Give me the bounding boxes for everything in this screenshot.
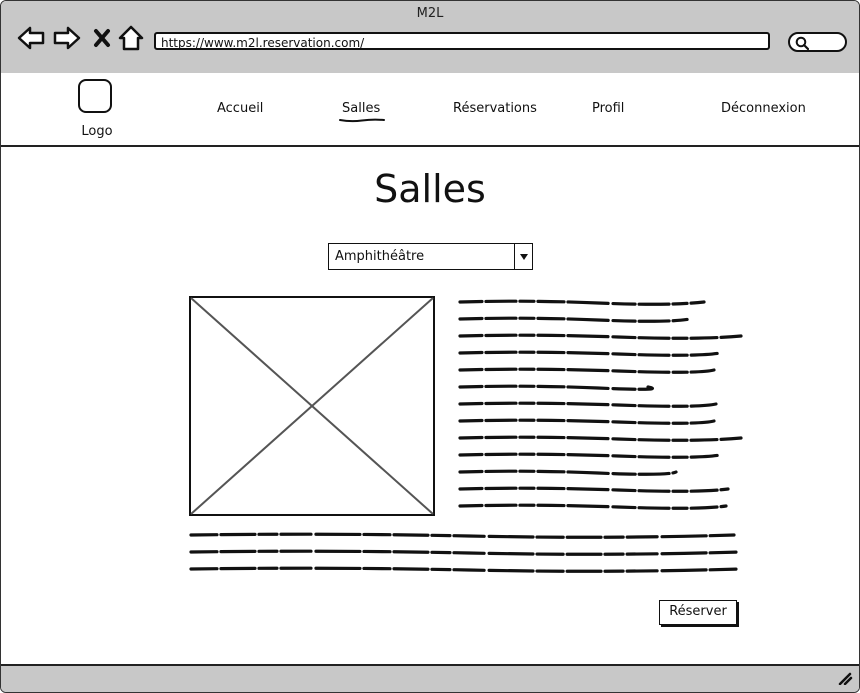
arrow-left-icon [17, 26, 45, 50]
room-select[interactable]: Amphithéâtre [328, 243, 533, 270]
home-button[interactable] [116, 23, 146, 53]
nav-profil[interactable]: Profil [592, 101, 624, 116]
nav-reservations[interactable]: Réservations [453, 101, 537, 116]
browser-search-input[interactable] [788, 32, 847, 52]
back-button[interactable] [16, 23, 46, 53]
reserve-button[interactable]: Réserver [659, 600, 737, 625]
forward-button[interactable] [52, 23, 82, 53]
home-icon [118, 25, 144, 51]
logo-label: Logo [81, 124, 113, 139]
nav-active-underline [339, 118, 385, 123]
close-icon [94, 29, 110, 47]
nav-accueil[interactable]: Accueil [217, 101, 263, 116]
text-placeholder-bottom [189, 532, 741, 573]
status-bar [1, 664, 859, 692]
search-icon [795, 36, 809, 50]
logo-icon[interactable] [78, 79, 112, 113]
text-placeholder-right [458, 299, 743, 510]
url-input[interactable]: https://www.m2l.reservation.com/ [154, 32, 770, 50]
chevron-down-icon[interactable] [514, 244, 532, 269]
stop-button[interactable] [87, 23, 117, 53]
nav-deconnexion[interactable]: Déconnexion [721, 101, 806, 116]
image-placeholder [189, 296, 435, 516]
browser-window: M2L https://www.m2l.reservation.com/ Log… [0, 0, 860, 693]
resize-grip-icon[interactable] [837, 671, 853, 685]
room-select-value: Amphithéâtre [335, 249, 425, 264]
nav-salles[interactable]: Salles [342, 101, 380, 116]
window-title: M2L [416, 6, 444, 21]
arrow-right-icon [53, 26, 81, 50]
page-title: Salles [374, 167, 486, 211]
